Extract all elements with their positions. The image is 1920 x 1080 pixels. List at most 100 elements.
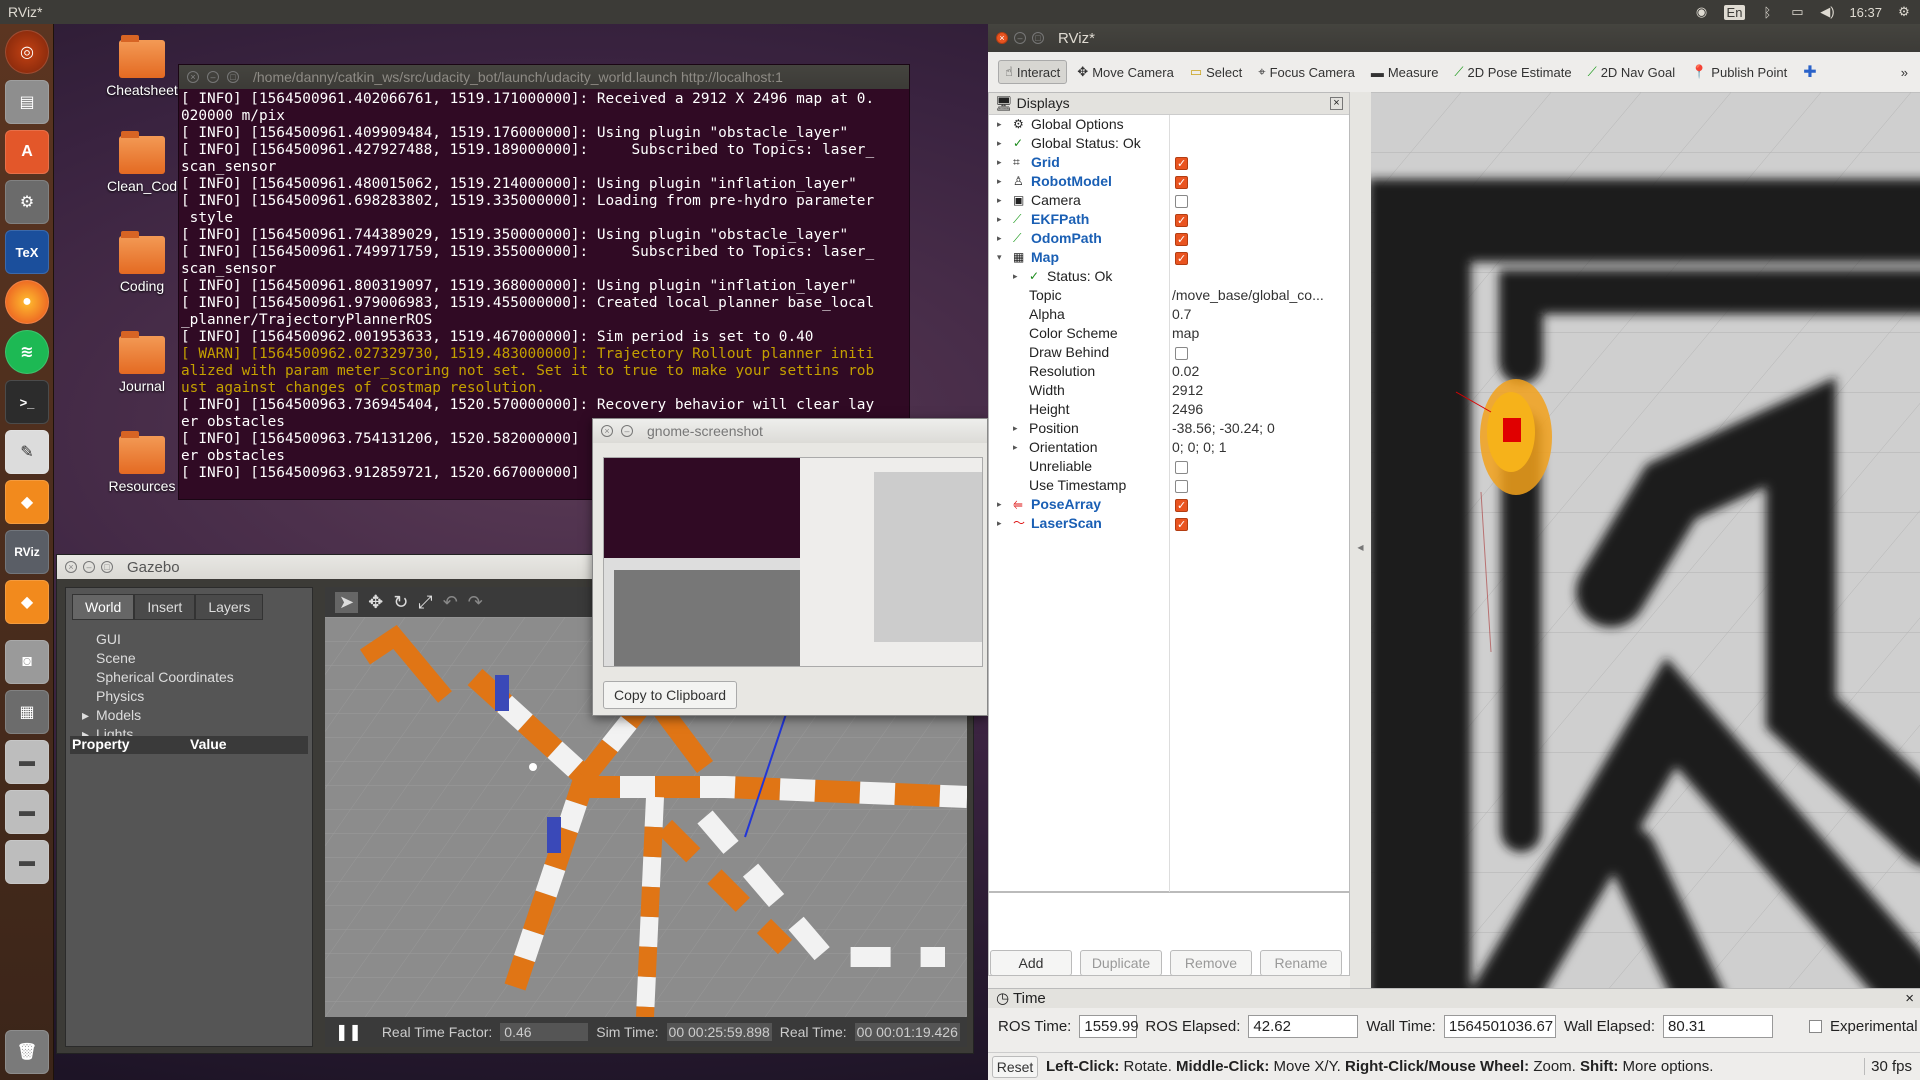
cylinder-obstacle[interactable]	[547, 817, 561, 853]
expand-arrow-icon[interactable]: ▸	[997, 172, 1002, 191]
scale-icon[interactable]: ⤢	[418, 592, 432, 613]
redo-icon[interactable]: ↷	[468, 592, 483, 613]
copy-to-clipboard-button[interactable]: Copy to Clipboard	[603, 681, 738, 709]
enable-checkbox[interactable]	[1175, 480, 1188, 493]
enable-checkbox[interactable]	[1175, 461, 1188, 474]
screenshot-titlebar[interactable]: × – gnome-screenshot	[593, 419, 987, 443]
enable-checkbox[interactable]	[1175, 347, 1188, 360]
tree-item[interactable]: Physics	[66, 687, 312, 706]
reset-button[interactable]: Reset	[992, 1055, 1038, 1078]
expand-arrow-icon[interactable]: ▸	[997, 210, 1002, 229]
rviz-3d-view[interactable]	[1371, 92, 1920, 1002]
splitter-left-arrow-icon[interactable]: ◀	[1350, 92, 1371, 1002]
close-panel-icon[interactable]: ×	[1905, 989, 1914, 1009]
settings-gear-icon[interactable]: ⚙	[1896, 4, 1912, 20]
collapse-arrow-icon[interactable]: ▾	[997, 248, 1002, 267]
expand-arrow-icon[interactable]: ▸	[997, 514, 1002, 533]
close-icon[interactable]: ×	[65, 561, 77, 573]
enable-checkbox[interactable]	[1175, 212, 1188, 231]
drive-icon[interactable]: ▬	[5, 740, 49, 784]
screenshot-dialog[interactable]: × – gnome-screenshot Copy to Clipboard	[592, 418, 988, 716]
enable-checkbox[interactable]	[1175, 174, 1188, 193]
desktop-folder[interactable]: Coding	[92, 231, 192, 294]
software-center-icon[interactable]: A	[5, 130, 49, 174]
system-settings-icon[interactable]: ⚙	[5, 180, 49, 224]
firefox-icon[interactable]: ●	[5, 280, 49, 324]
spotify-icon[interactable]: ≋	[5, 330, 49, 374]
tool-publish-point[interactable]: 📍 Publish Point	[1685, 61, 1793, 83]
tool-select[interactable]: ▭ Select	[1184, 61, 1248, 83]
maximize-icon[interactable]: □	[101, 561, 113, 573]
tool-move-camera[interactable]: ✥ Move Camera	[1071, 61, 1180, 83]
display-row[interactable]: ▸ ✓ Status: Ok	[989, 267, 1349, 286]
close-icon[interactable]: ×	[996, 32, 1008, 44]
enable-checkbox[interactable]	[1175, 497, 1188, 516]
texmaker-icon[interactable]: TeX	[5, 230, 49, 274]
add-button[interactable]: Add	[990, 950, 1072, 976]
display-row[interactable]: ▸ ⌗ Grid	[989, 153, 1349, 174]
tree-item-models[interactable]: ▸ Models	[66, 706, 312, 725]
display-row[interactable]: ▸ ♙ RobotModel	[989, 172, 1349, 193]
tree-item[interactable]: Spherical Coordinates	[66, 668, 312, 687]
expand-arrow-icon[interactable]: ▸	[1013, 419, 1018, 438]
close-panel-icon[interactable]: ×	[1330, 97, 1343, 110]
tool-measure[interactable]: ▬ Measure	[1365, 62, 1445, 83]
tab-world[interactable]: World	[72, 594, 135, 620]
display-row-value[interactable]: 2912	[1172, 381, 1203, 400]
display-row[interactable]: ▸ ⥢ PoseArray	[989, 495, 1349, 516]
tool-focus-camera[interactable]: ⌖ Focus Camera	[1252, 61, 1361, 83]
cylinder-obstacle[interactable]	[495, 675, 509, 711]
display-row[interactable]: ▸ 〜 LaserScan	[989, 514, 1349, 535]
display-row[interactable]: ▸ Position -38.56; -30.24; 0	[989, 419, 1349, 438]
add-tool-plus-icon[interactable]: ✚	[1797, 59, 1822, 85]
minimize-icon[interactable]: –	[207, 71, 219, 83]
enable-checkbox[interactable]	[1175, 195, 1188, 208]
display-row[interactable]: Use Timestamp	[989, 476, 1349, 495]
display-row[interactable]: ▸ ▣ Camera	[989, 191, 1349, 210]
translate-icon[interactable]: ✥	[368, 592, 383, 613]
display-row[interactable]: Draw Behind	[989, 343, 1349, 362]
rotate-icon[interactable]: ↻	[393, 592, 408, 613]
display-row-value[interactable]: 0.02	[1172, 362, 1199, 381]
display-row-value[interactable]: -38.56; -30.24; 0	[1172, 419, 1275, 438]
rviz-titlebar[interactable]: × – □ RViz*	[988, 24, 1920, 52]
enable-checkbox[interactable]	[1175, 516, 1188, 535]
display-row[interactable]: Color Scheme map	[989, 324, 1349, 343]
expand-arrow-icon[interactable]: ▸	[997, 495, 1002, 514]
minimize-icon[interactable]: –	[621, 425, 633, 437]
ros-time-field[interactable]: 1559.99	[1079, 1014, 1139, 1038]
maximize-icon[interactable]: □	[227, 71, 239, 83]
tree-item[interactable]: GUI	[66, 630, 312, 649]
display-row[interactable]: ▸ ⟋ EKFPath	[989, 210, 1349, 231]
close-icon[interactable]: ×	[601, 425, 613, 437]
files-icon[interactable]: ▤	[5, 80, 49, 124]
expand-arrow-icon[interactable]: ▸	[997, 134, 1002, 153]
display-row-value[interactable]: 0; 0; 0; 1	[1172, 438, 1226, 457]
trash-icon[interactable]: 🗑	[5, 1030, 49, 1074]
desktop-folder[interactable]: Resources	[92, 431, 192, 494]
toolbar-overflow-icon[interactable]: »	[1895, 62, 1914, 83]
desktop-folder[interactable]: Cheatsheet	[92, 35, 192, 98]
tab-insert[interactable]: Insert	[134, 594, 196, 620]
expand-arrow-icon[interactable]: ▸	[997, 115, 1002, 134]
display-row[interactable]: Resolution 0.02	[989, 362, 1349, 381]
display-row[interactable]: Width 2912	[989, 381, 1349, 400]
tree-item[interactable]: Scene	[66, 649, 312, 668]
display-row[interactable]: ▸ Orientation 0; 0; 0; 1	[989, 438, 1349, 457]
wall-elapsed-field[interactable]: 80.31	[1663, 1014, 1774, 1038]
minimize-icon[interactable]: –	[1014, 32, 1026, 44]
close-icon[interactable]: ×	[187, 71, 199, 83]
display-row-value[interactable]: map	[1172, 324, 1199, 343]
display-row[interactable]: Height 2496	[989, 400, 1349, 419]
display-row[interactable]: ▸ ✓ Global Status: Ok	[989, 134, 1349, 153]
desktop-folder[interactable]: Journal	[92, 331, 192, 394]
robot-marker[interactable]	[529, 763, 537, 771]
tab-layers[interactable]: Layers	[195, 594, 264, 620]
desktop-folder[interactable]: Clean_Cod	[92, 131, 192, 194]
rviz-window[interactable]: × – □ RViz* ☝ Interact ✥ Move Camera ▭ Sele…	[988, 24, 1920, 1080]
experimental-checkbox[interactable]	[1809, 1019, 1823, 1033]
text-editor-icon[interactable]: ✎	[5, 430, 49, 474]
costmap-view[interactable]	[1371, 92, 1920, 1002]
clock[interactable]: 16:37	[1849, 5, 1882, 20]
drive-icon[interactable]: ▬	[5, 790, 49, 834]
